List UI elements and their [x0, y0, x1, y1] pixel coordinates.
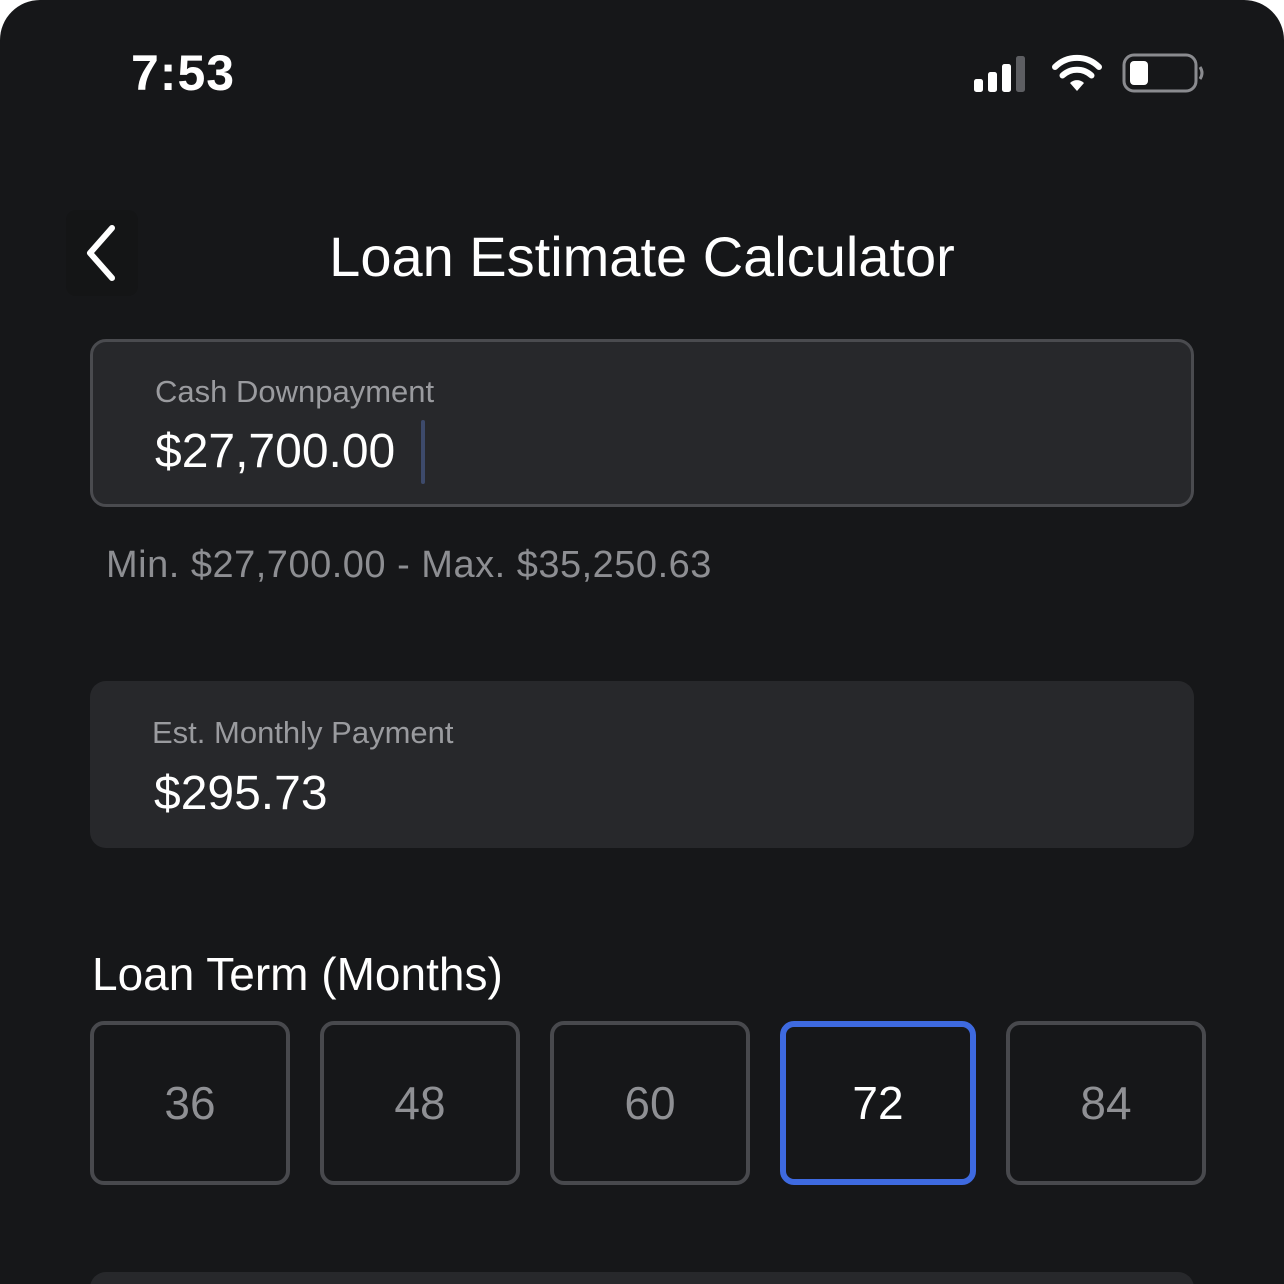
downpayment-field[interactable]: Cash Downpayment — [90, 339, 1194, 507]
status-time: 7:53 — [131, 45, 236, 101]
downpayment-label: Cash Downpayment — [155, 374, 435, 409]
monthly-payment-label: Est. Monthly Payment — [152, 715, 454, 750]
term-option-84[interactable]: 84 — [1006, 1021, 1206, 1185]
term-option-36[interactable]: 36 — [90, 1021, 290, 1185]
term-option-48[interactable]: 48 — [320, 1021, 520, 1185]
downpayment-value-wrap — [155, 420, 425, 484]
battery-icon — [1122, 53, 1204, 93]
loan-term-title: Loan Term (Months) — [92, 948, 503, 1000]
downpayment-input[interactable] — [155, 420, 419, 484]
term-option-60[interactable]: 60 — [550, 1021, 750, 1185]
term-option-72[interactable]: 72 — [780, 1021, 976, 1185]
status-icons — [972, 50, 1206, 96]
signal-icon — [974, 56, 1025, 92]
page-title: Loan Estimate Calculator — [329, 225, 955, 288]
wifi-icon — [1052, 54, 1102, 91]
downpayment-range-hint: Min. $27,700.00 - Max. $35,250.63 — [106, 544, 712, 586]
loan-term-options: 36 48 60 72 84 — [90, 1021, 1206, 1185]
monthly-payment-value: $295.73 — [154, 767, 328, 820]
next-section-card — [90, 1272, 1194, 1284]
text-cursor — [421, 420, 425, 484]
app-screen: 7:53 Loan Estimate Calculator Cash Downp… — [0, 0, 1284, 1284]
monthly-payment-card: Est. Monthly Payment $295.73 — [90, 681, 1194, 848]
